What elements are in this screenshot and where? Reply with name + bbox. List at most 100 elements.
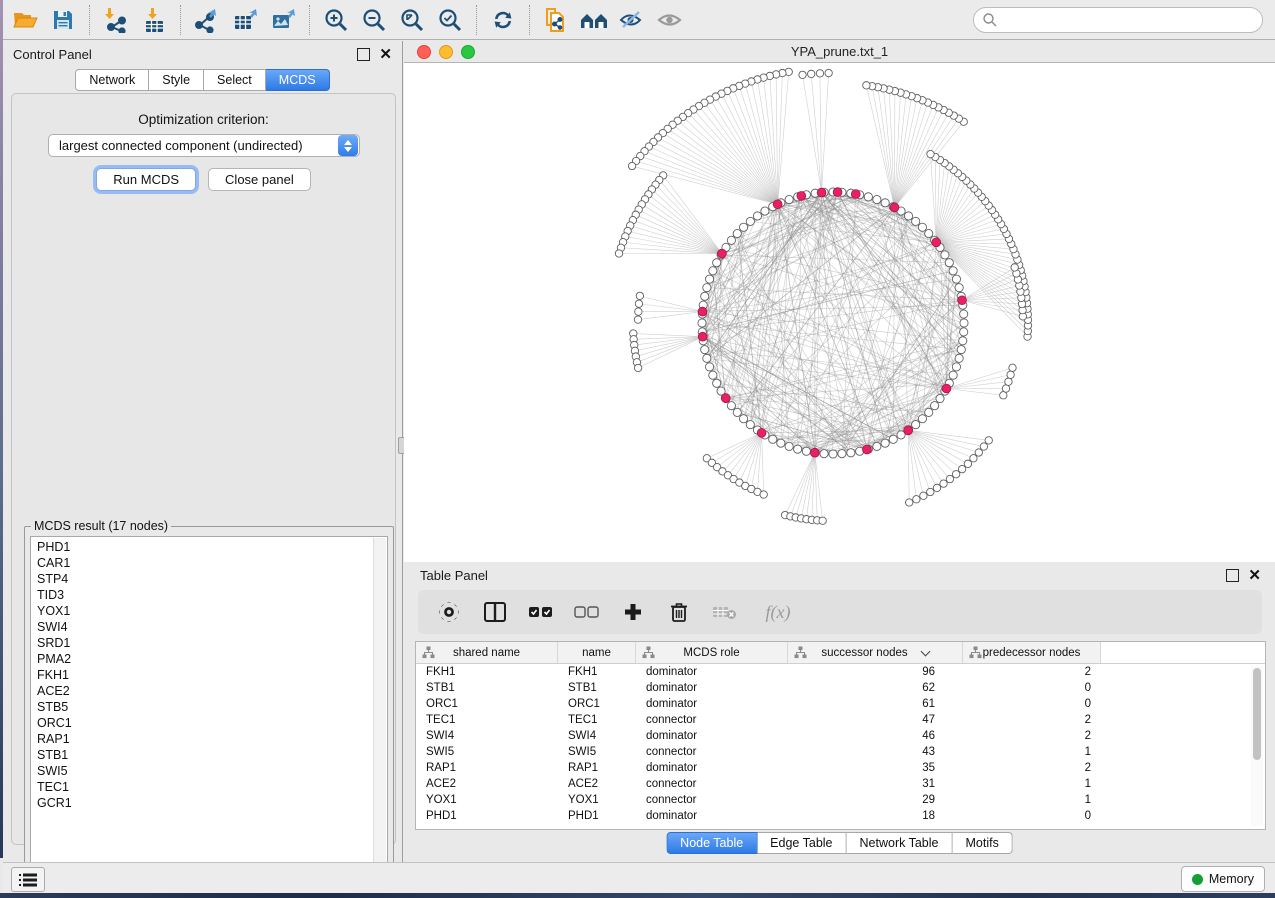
zoom-in-button[interactable] (317, 3, 355, 37)
table-cell[interactable]: dominator (636, 762, 788, 774)
hide-selected-button[interactable] (613, 3, 651, 37)
close-panel-icon[interactable]: ✕ (379, 49, 392, 60)
table-cell[interactable]: STB1 (558, 682, 636, 694)
mcds-result-listbox[interactable]: PHD1CAR1STP4TID3YOX1SWI4SRD1PMA2FKH1ACE2… (30, 536, 388, 876)
mcds-result-item[interactable]: GCR1 (31, 795, 373, 811)
tab-style[interactable]: Style (149, 69, 204, 91)
delete-column-button[interactable] (664, 597, 694, 627)
export-image-button[interactable] (264, 3, 302, 37)
table-cell[interactable]: TEC1 (558, 714, 636, 726)
select-all-button[interactable] (526, 597, 556, 627)
mcds-result-item[interactable]: TEC1 (31, 779, 373, 795)
table-row[interactable]: ORC1ORC1dominator610 (416, 696, 1265, 712)
table-cell[interactable]: ACE2 (416, 778, 558, 790)
float-panel-icon[interactable] (357, 48, 370, 61)
table-cell[interactable]: 43 (788, 746, 963, 758)
table-row[interactable]: YOX1YOX1connector291 (416, 792, 1265, 808)
table-cell[interactable]: YOX1 (416, 794, 558, 806)
table-row[interactable]: TEC1TEC1connector472 (416, 712, 1265, 728)
table-cell[interactable]: 62 (788, 682, 963, 694)
table-cell[interactable]: dominator (636, 666, 788, 678)
column-header-name[interactable]: name (558, 642, 636, 663)
mcds-result-item[interactable]: RAP1 (31, 731, 373, 747)
table-cell[interactable]: SWI5 (416, 746, 558, 758)
function-builder-button[interactable]: f(x) (756, 597, 800, 627)
column-header-successor-nodes[interactable]: successor nodes (788, 642, 963, 663)
tab-select[interactable]: Select (204, 69, 266, 91)
table-cell[interactable]: connector (636, 746, 788, 758)
tab-network-table[interactable]: Network Table (847, 832, 953, 854)
table-settings-button[interactable] (434, 597, 464, 627)
table-cell[interactable]: 31 (788, 778, 963, 790)
table-row[interactable]: FKH1FKH1dominator962 (416, 664, 1265, 680)
table-cell[interactable]: 1 (963, 746, 1101, 758)
run-mcds-button[interactable]: Run MCDS (96, 168, 196, 191)
list-scrollbar[interactable] (373, 538, 386, 874)
tab-mcds[interactable]: MCDS (266, 69, 330, 91)
mcds-result-item[interactable]: SRD1 (31, 635, 373, 651)
show-column-button[interactable] (480, 597, 510, 627)
mcds-result-item[interactable]: YOX1 (31, 603, 373, 619)
export-table-button[interactable] (226, 3, 264, 37)
save-session-button[interactable] (44, 3, 82, 37)
table-cell[interactable]: 0 (963, 698, 1101, 710)
mcds-result-item[interactable]: SWI5 (31, 763, 373, 779)
column-header-shared-name[interactable]: shared name (416, 642, 558, 663)
table-cell[interactable]: connector (636, 714, 788, 726)
table-row[interactable]: PHD1PHD1dominator180 (416, 808, 1265, 824)
network-window-titlebar[interactable]: YPA_prune.txt_1 (404, 41, 1275, 63)
zoom-out-button[interactable] (355, 3, 393, 37)
table-row[interactable]: SWI5SWI5connector431 (416, 744, 1265, 760)
show-all-button[interactable] (651, 3, 689, 37)
table-cell[interactable]: FKH1 (558, 666, 636, 678)
table-cell[interactable]: 1 (963, 794, 1101, 806)
mcds-result-item[interactable]: ACE2 (31, 683, 373, 699)
table-cell[interactable]: dominator (636, 810, 788, 822)
tab-edge-table[interactable]: Edge Table (757, 832, 846, 854)
table-cell[interactable]: ORC1 (558, 698, 636, 710)
table-cell[interactable]: 47 (788, 714, 963, 726)
deselect-all-button[interactable] (572, 597, 602, 627)
table-cell[interactable]: 96 (788, 666, 963, 678)
mcds-result-item[interactable]: STP4 (31, 571, 373, 587)
search-input[interactable] (998, 9, 1262, 31)
first-neighbors-button[interactable] (575, 3, 613, 37)
export-network-button[interactable] (188, 3, 226, 37)
tab-motifs[interactable]: Motifs (952, 832, 1012, 854)
mcds-result-item[interactable]: PMA2 (31, 651, 373, 667)
table-cell[interactable]: 35 (788, 762, 963, 774)
column-header-MCDS-role[interactable]: MCDS role (636, 642, 788, 663)
table-row[interactable]: SWI4SWI4dominator462 (416, 728, 1265, 744)
table-row[interactable]: STB1STB1dominator620 (416, 680, 1265, 696)
import-table-button[interactable] (135, 3, 173, 37)
table-cell[interactable]: 29 (788, 794, 963, 806)
tab-node-table[interactable]: Node Table (666, 832, 757, 854)
table-cell[interactable]: 18 (788, 810, 963, 822)
mcds-result-item[interactable]: PHD1 (31, 539, 373, 555)
refresh-button[interactable] (484, 3, 522, 37)
table-cell[interactable]: SWI5 (558, 746, 636, 758)
mcds-result-item[interactable]: CAR1 (31, 555, 373, 571)
clone-network-button[interactable] (537, 3, 575, 37)
table-cell[interactable]: FKH1 (416, 666, 558, 678)
table-cell[interactable]: dominator (636, 698, 788, 710)
table-cell[interactable]: 2 (963, 714, 1101, 726)
table-cell[interactable]: SWI4 (416, 730, 558, 742)
table-cell[interactable]: ACE2 (558, 778, 636, 790)
table-cell[interactable]: dominator (636, 730, 788, 742)
table-scrollbar-thumb[interactable] (1253, 668, 1261, 760)
table-cell[interactable]: RAP1 (416, 762, 558, 774)
mcds-result-item[interactable]: FKH1 (31, 667, 373, 683)
table-cell[interactable]: 0 (963, 810, 1101, 822)
column-header-predecessor-nodes[interactable]: predecessor nodes (963, 642, 1101, 663)
table-cell[interactable]: 2 (963, 666, 1101, 678)
table-row[interactable]: ACE2ACE2connector311 (416, 776, 1265, 792)
table-cell[interactable]: connector (636, 778, 788, 790)
zoom-selected-button[interactable] (431, 3, 469, 37)
table-cell[interactable]: 0 (963, 682, 1101, 694)
table-cell[interactable]: PHD1 (558, 810, 636, 822)
criterion-select[interactable]: largest connected component (undirected) (48, 134, 360, 157)
add-column-button[interactable] (618, 597, 648, 627)
mcds-result-item[interactable]: STB1 (31, 747, 373, 763)
mcds-result-item[interactable]: ORC1 (31, 715, 373, 731)
